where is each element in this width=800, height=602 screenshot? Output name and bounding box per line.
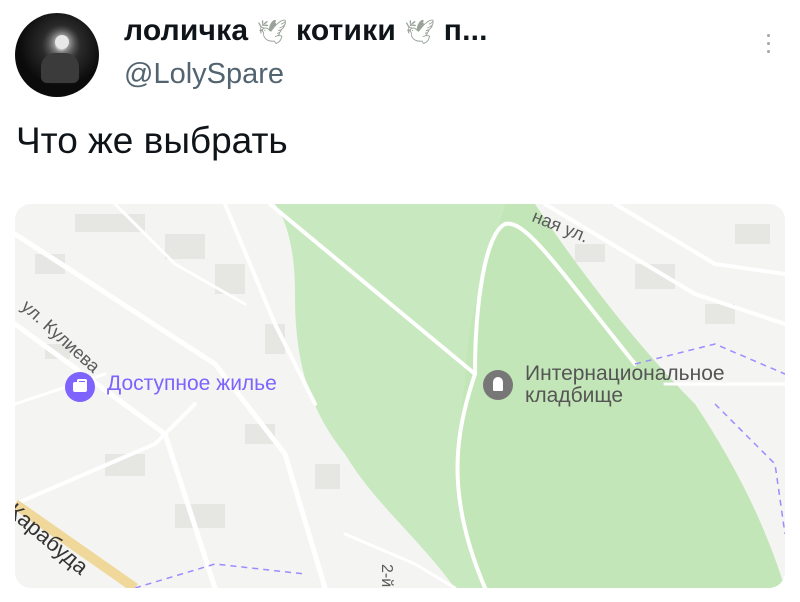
avatar-light: [55, 35, 69, 49]
tweet-text: Что же выбрать: [16, 120, 288, 161]
tombstone-icon[interactable]: [483, 370, 513, 400]
display-name-part-3: п...: [443, 14, 488, 47]
user-handle[interactable]: @LolySpare: [124, 58, 284, 91]
display-name-part-2: котики: [296, 14, 397, 47]
display-name-part-1: лоличка: [124, 14, 249, 47]
dove-icon: 🕊: [256, 19, 288, 46]
display-name[interactable]: лоличка 🕊 котики 🕊 п...: [124, 14, 488, 48]
map-image[interactable]: ул. Кулиева ная ул. Карабуда 2-й Доступн…: [15, 204, 785, 588]
poi-cemetery-label[interactable]: Интернациональное кладбище: [525, 363, 725, 407]
more-vertical-icon[interactable]: [760, 34, 776, 62]
briefcase-icon[interactable]: [65, 372, 95, 402]
avatar[interactable]: [15, 13, 99, 97]
dove-icon: 🕊: [404, 19, 436, 46]
poi-housing-label[interactable]: Доступное жилье: [107, 372, 277, 396]
avatar-figure: [41, 53, 79, 83]
poi-cemetery-label-line2: кладбище: [525, 384, 624, 407]
poi-cemetery-label-line1: Интернациональное: [525, 362, 725, 385]
street-label-bottom-mid: 2-й: [378, 564, 395, 588]
